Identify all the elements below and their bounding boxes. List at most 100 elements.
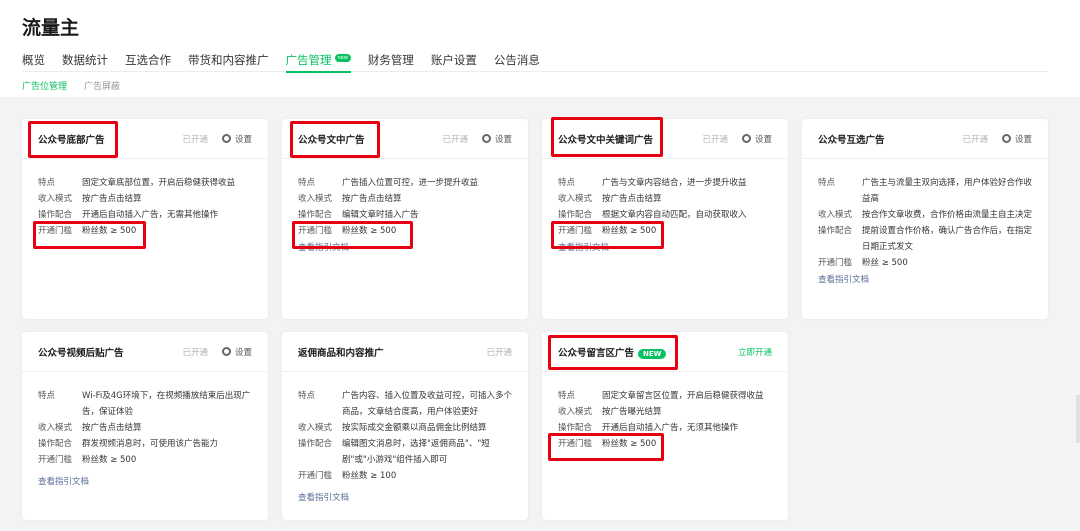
row-value: 广告主与流量主双向选择，用户体验好合作收益高 — [862, 178, 1033, 204]
settings-button[interactable]: 设置 — [741, 133, 772, 145]
subtab-ad-blocking[interactable]: 广告屏蔽 — [84, 79, 120, 92]
row-value: 粉丝数 ≥ 100 — [342, 471, 397, 481]
row-key: 操作配合 — [298, 439, 333, 449]
row-income: 收入模式 按广告曝光结算 — [558, 404, 772, 420]
row-value: 提前设置合作价格，确认广告合作后，在指定日期正式发文 — [862, 226, 1033, 252]
gear-icon — [221, 134, 231, 143]
highlight-box — [28, 121, 118, 158]
highlight-box — [292, 221, 413, 249]
row-key: 收入模式 — [558, 194, 593, 204]
new-badge: new — [334, 54, 351, 62]
status-label: 已开通 — [486, 347, 512, 358]
highlight-box — [548, 335, 678, 370]
row-value: 广告与文章内容结合，进一步提升收益 — [602, 178, 747, 188]
guide-link[interactable]: 查看指引文档 — [38, 474, 252, 490]
header: 流量主 概览 数据统计 互选合作 带货和内容推广 广告管理 new 财务管理 账户… — [0, 0, 1080, 97]
row-value: 按广告点击结算 — [82, 423, 142, 433]
settings-label: 设置 — [234, 347, 252, 358]
row-value: 广告内容、插入位置及收益可控，可插入多个商品，文章结合度高，用户体验更好 — [342, 391, 513, 417]
subtab-ad-slot-management[interactable]: 广告位管理 — [22, 79, 67, 92]
ad-card-video-post: 公众号视频后贴广告 已开通 设置 特点 Wi-Fi及4G环境下，在视频播放结束后出… — [22, 332, 268, 520]
card-title: 公众号互选广告 — [818, 134, 885, 146]
status-label: 已开通 — [962, 134, 988, 145]
row-feature: 特点 Wi-Fi及4G环境下，在视频播放结束后出现广告，保证体验 — [38, 388, 252, 420]
status-label: 已开通 — [702, 134, 728, 145]
settings-button[interactable]: 设置 — [221, 133, 252, 145]
tab-announcements[interactable]: 公告消息 — [494, 52, 540, 72]
row-value: 按广告点击结算 — [602, 194, 662, 204]
row-threshold: 开通门槛 粉丝 ≥ 500 — [818, 255, 1032, 271]
gear-icon — [481, 134, 491, 143]
row-key: 开通门槛 — [38, 455, 73, 465]
row-key: 特点 — [298, 178, 316, 188]
settings-button[interactable]: 设置 — [221, 346, 252, 358]
tab-account-settings[interactable]: 账户设置 — [431, 52, 477, 72]
row-threshold: 开通门槛 粉丝数 ≥ 500 — [38, 452, 252, 468]
scrollbar[interactable] — [1076, 395, 1080, 443]
highlight-box — [551, 221, 664, 249]
row-value: 粉丝数 ≥ 500 — [82, 455, 137, 465]
row-key: 收入模式 — [38, 194, 73, 204]
row-key: 收入模式 — [298, 423, 333, 433]
row-key: 操作配合 — [818, 226, 853, 236]
tab-ad-management-label: 广告管理 — [285, 53, 332, 67]
row-value: 按合作文章收费，合作价格由流量主自主决定 — [862, 210, 1033, 220]
tab-promotion[interactable]: 带货和内容推广 — [188, 52, 269, 72]
row-value: 固定文章留言区位置，开启后稳健获得收益 — [602, 391, 764, 401]
row-key: 特点 — [558, 178, 576, 188]
row-feature: 特点 广告主与流量主双向选择，用户体验好合作收益高 — [818, 175, 1032, 207]
row-threshold: 开通门槛 粉丝数 ≥ 100 — [298, 468, 512, 484]
row-value: 按广告点击结算 — [342, 194, 402, 204]
row-key: 特点 — [558, 391, 576, 401]
row-key: 收入模式 — [298, 194, 333, 204]
row-value: 按广告曝光结算 — [602, 407, 662, 417]
tab-statistics[interactable]: 数据统计 — [62, 52, 108, 72]
row-key: 开通门槛 — [298, 471, 333, 481]
guide-link[interactable]: 查看指引文档 — [818, 272, 1032, 288]
row-feature: 特点 广告内容、插入位置及收益可控，可插入多个商品，文章结合度高，用户体验更好 — [298, 388, 512, 420]
gear-icon — [221, 347, 231, 356]
status-label: 已开通 — [442, 134, 468, 145]
gear-icon — [741, 134, 751, 143]
row-key: 开通门槛 — [818, 258, 853, 268]
card-title: 返佣商品和内容推广 — [298, 347, 384, 359]
guide-link[interactable]: 查看指引文档 — [298, 490, 512, 506]
row-key: 特点 — [38, 391, 56, 401]
row-feature: 特点 固定文章留言区位置，开启后稳健获得收益 — [558, 388, 772, 404]
highlight-box — [551, 117, 663, 157]
tab-overview[interactable]: 概览 — [22, 52, 45, 72]
status-label: 已开通 — [182, 347, 208, 358]
tab-mutual-selection[interactable]: 互选合作 — [125, 52, 171, 72]
settings-label: 设置 — [1014, 134, 1032, 145]
row-value: 广告插入位置可控，进一步提升收益 — [342, 178, 479, 188]
row-feature: 特点 广告插入位置可控，进一步提升收益 — [298, 175, 512, 191]
row-income: 收入模式 按实际成交金额乘以商品佣金比例结算 — [298, 420, 512, 436]
row-value: 按实际成交金额乘以商品佣金比例结算 — [342, 423, 487, 433]
row-key: 收入模式 — [38, 423, 73, 433]
highlight-box — [548, 433, 664, 461]
sub-nav: 广告位管理 广告屏蔽 — [22, 79, 1058, 92]
settings-label: 设置 — [754, 134, 772, 145]
row-value: 固定文章底部位置，开启后稳健获得收益 — [82, 178, 236, 188]
row-value: 编辑图文消息时，选择"返佣商品"、"短剧"或"小游戏"组件插入即可 — [342, 439, 490, 465]
row-income: 收入模式 按广告点击结算 — [38, 191, 252, 207]
row-income: 收入模式 按合作文章收费，合作价格由流量主自主决定 — [818, 207, 1032, 223]
app-title: 流量主 — [22, 17, 80, 39]
settings-button[interactable]: 设置 — [481, 133, 512, 145]
tab-ad-management[interactable]: 广告管理 new — [285, 52, 352, 73]
settings-label: 设置 — [494, 134, 512, 145]
row-feature: 特点 广告与文章内容结合，进一步提升收益 — [558, 175, 772, 191]
ad-card-commission: 返佣商品和内容推广 已开通 特点 广告内容、插入位置及收益可控，可插入多个商品，文… — [282, 332, 528, 520]
tab-finance[interactable]: 财务管理 — [368, 52, 414, 72]
row-key: 收入模式 — [558, 407, 593, 417]
card-title: 公众号视频后贴广告 — [38, 347, 124, 359]
row-value: 群发视频消息时，可使用该广告能力 — [82, 439, 219, 449]
row-operation: 操作配合 群发视频消息时，可使用该广告能力 — [38, 436, 252, 452]
highlight-box — [33, 221, 146, 249]
settings-button[interactable]: 设置 — [1001, 133, 1032, 145]
row-operation: 操作配合 编辑图文消息时，选择"返佣商品"、"短剧"或"小游戏"组件插入即可 — [298, 436, 512, 468]
row-key: 特点 — [298, 391, 316, 401]
activate-now-button[interactable]: 立即开通 — [738, 346, 772, 358]
row-value: 按广告点击结算 — [82, 194, 142, 204]
highlight-box — [290, 121, 380, 158]
